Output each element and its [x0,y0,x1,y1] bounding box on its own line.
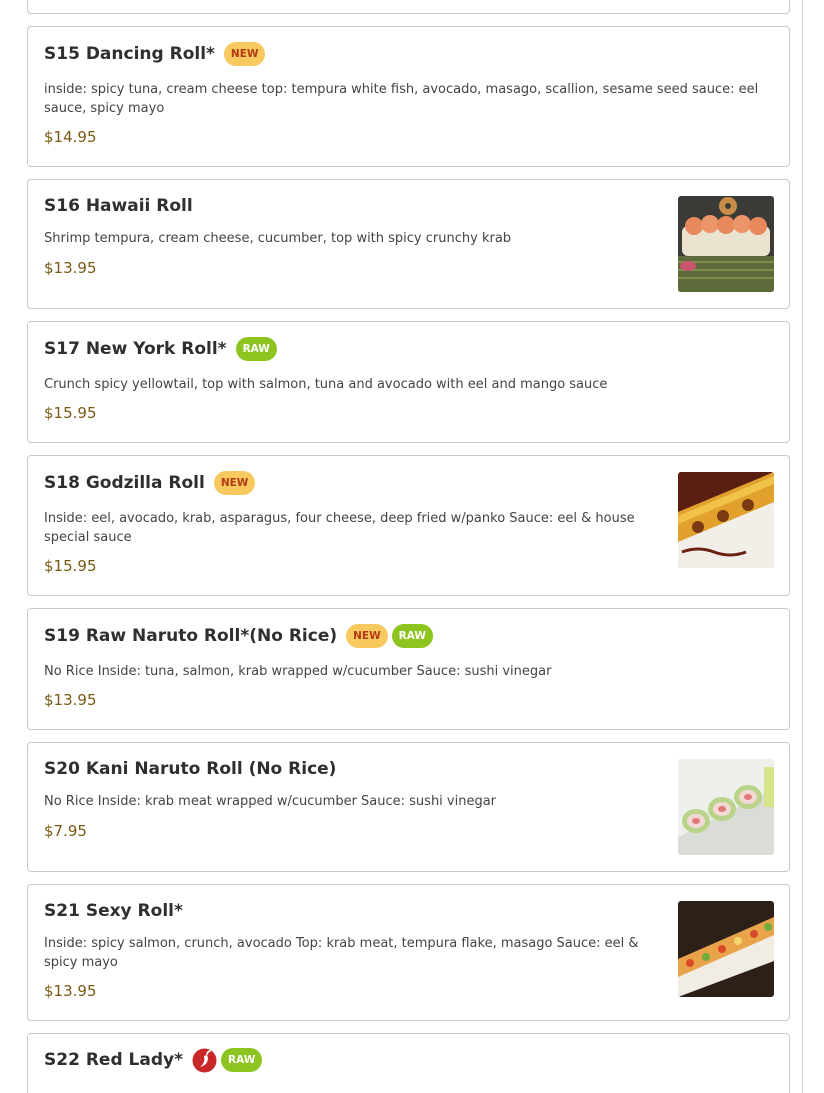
divider-line [802,0,803,1093]
raw-badge: RAW [220,1048,263,1072]
hawaii-roll-photo[interactable] [678,196,774,292]
item-title: S19 Raw Naruto Roll*(No Rice) [44,626,338,646]
menu-list: S15 Dancing Roll* NEW inside: spicy tuna… [0,0,824,1093]
item-price: $15.95 [44,557,97,575]
item-title-row: S21 Sexy Roll* [44,898,183,924]
item-title: S15 Dancing Roll* [44,44,215,64]
kani-naruto-roll-photo[interactable] [678,759,774,855]
new-badge: NEW [223,42,266,66]
item-price: $15.95 [44,404,97,422]
item-description: No Rice Inside: tuna, salmon, krab wrapp… [44,664,552,679]
menu-item-card[interactable]: S15 Dancing Roll* NEW inside: spicy tuna… [27,26,790,167]
item-title: S17 New York Roll* [44,339,227,359]
item-title: S18 Godzilla Roll [44,473,205,493]
item-price: $13.95 [44,691,97,709]
item-title-row: S17 New York Roll* RAW [44,336,277,362]
item-description: inside: spicy tuna, cream cheese top: te… [44,82,759,116]
item-description: Shrimp tempura, cream cheese, cucumber, … [44,231,512,246]
item-description: Inside: eel, avocado, krab, asparagus, f… [44,511,635,545]
item-title-row: S20 Kani Naruto Roll (No Rice) [44,756,336,782]
item-title: S20 Kani Naruto Roll (No Rice) [44,759,337,779]
menu-item-card-partial[interactable] [27,0,790,14]
item-title: S16 Hawaii Roll [44,196,193,216]
item-description: Crunch spicy yellowtail, top with salmon… [44,377,608,392]
item-title-row: S15 Dancing Roll* NEW [44,41,266,67]
item-title-row: S18 Godzilla Roll NEW [44,470,256,496]
menu-item-card[interactable]: S16 Hawaii Roll Shrimp tempura, cream ch… [27,179,790,309]
item-description: Inside: spicy salmon, crunch, avocado To… [44,936,639,970]
new-badge: NEW [213,471,256,495]
item-title: S21 Sexy Roll* [44,901,183,921]
item-price: $7.95 [44,822,87,840]
menu-item-card[interactable]: S18 Godzilla Roll NEW Inside: eel, avoca… [27,455,790,596]
item-price: $13.95 [44,259,97,277]
item-title-row: S22 Red Lady* RAW [44,1047,263,1073]
menu-item-card[interactable]: S19 Raw Naruto Roll*(No Rice) NEW RAW No… [27,608,790,730]
item-title-row: S19 Raw Naruto Roll*(No Rice) NEW RAW [44,623,433,649]
raw-badge: RAW [391,624,433,648]
chili-pepper-icon [192,1048,217,1073]
item-description: No Rice Inside: krab meat wrapped w/cucu… [44,794,497,809]
menu-item-card[interactable]: S22 Red Lady* RAW [27,1033,790,1093]
godzilla-roll-photo[interactable] [678,472,774,568]
item-price: $13.95 [44,982,97,1000]
menu-item-card[interactable]: S21 Sexy Roll* Inside: spicy salmon, cru… [27,884,790,1021]
item-title: S22 Red Lady* [44,1050,183,1070]
raw-badge: RAW [235,337,277,361]
item-title-row: S16 Hawaii Roll [44,193,193,219]
menu-item-card[interactable]: S17 New York Roll* RAW Crunch spicy yell… [27,321,790,443]
sexy-roll-photo[interactable] [678,901,774,997]
item-price: $14.95 [44,128,97,146]
new-badge: NEW [346,624,388,648]
menu-item-card[interactable]: S20 Kani Naruto Roll (No Rice) No Rice I… [27,742,790,872]
